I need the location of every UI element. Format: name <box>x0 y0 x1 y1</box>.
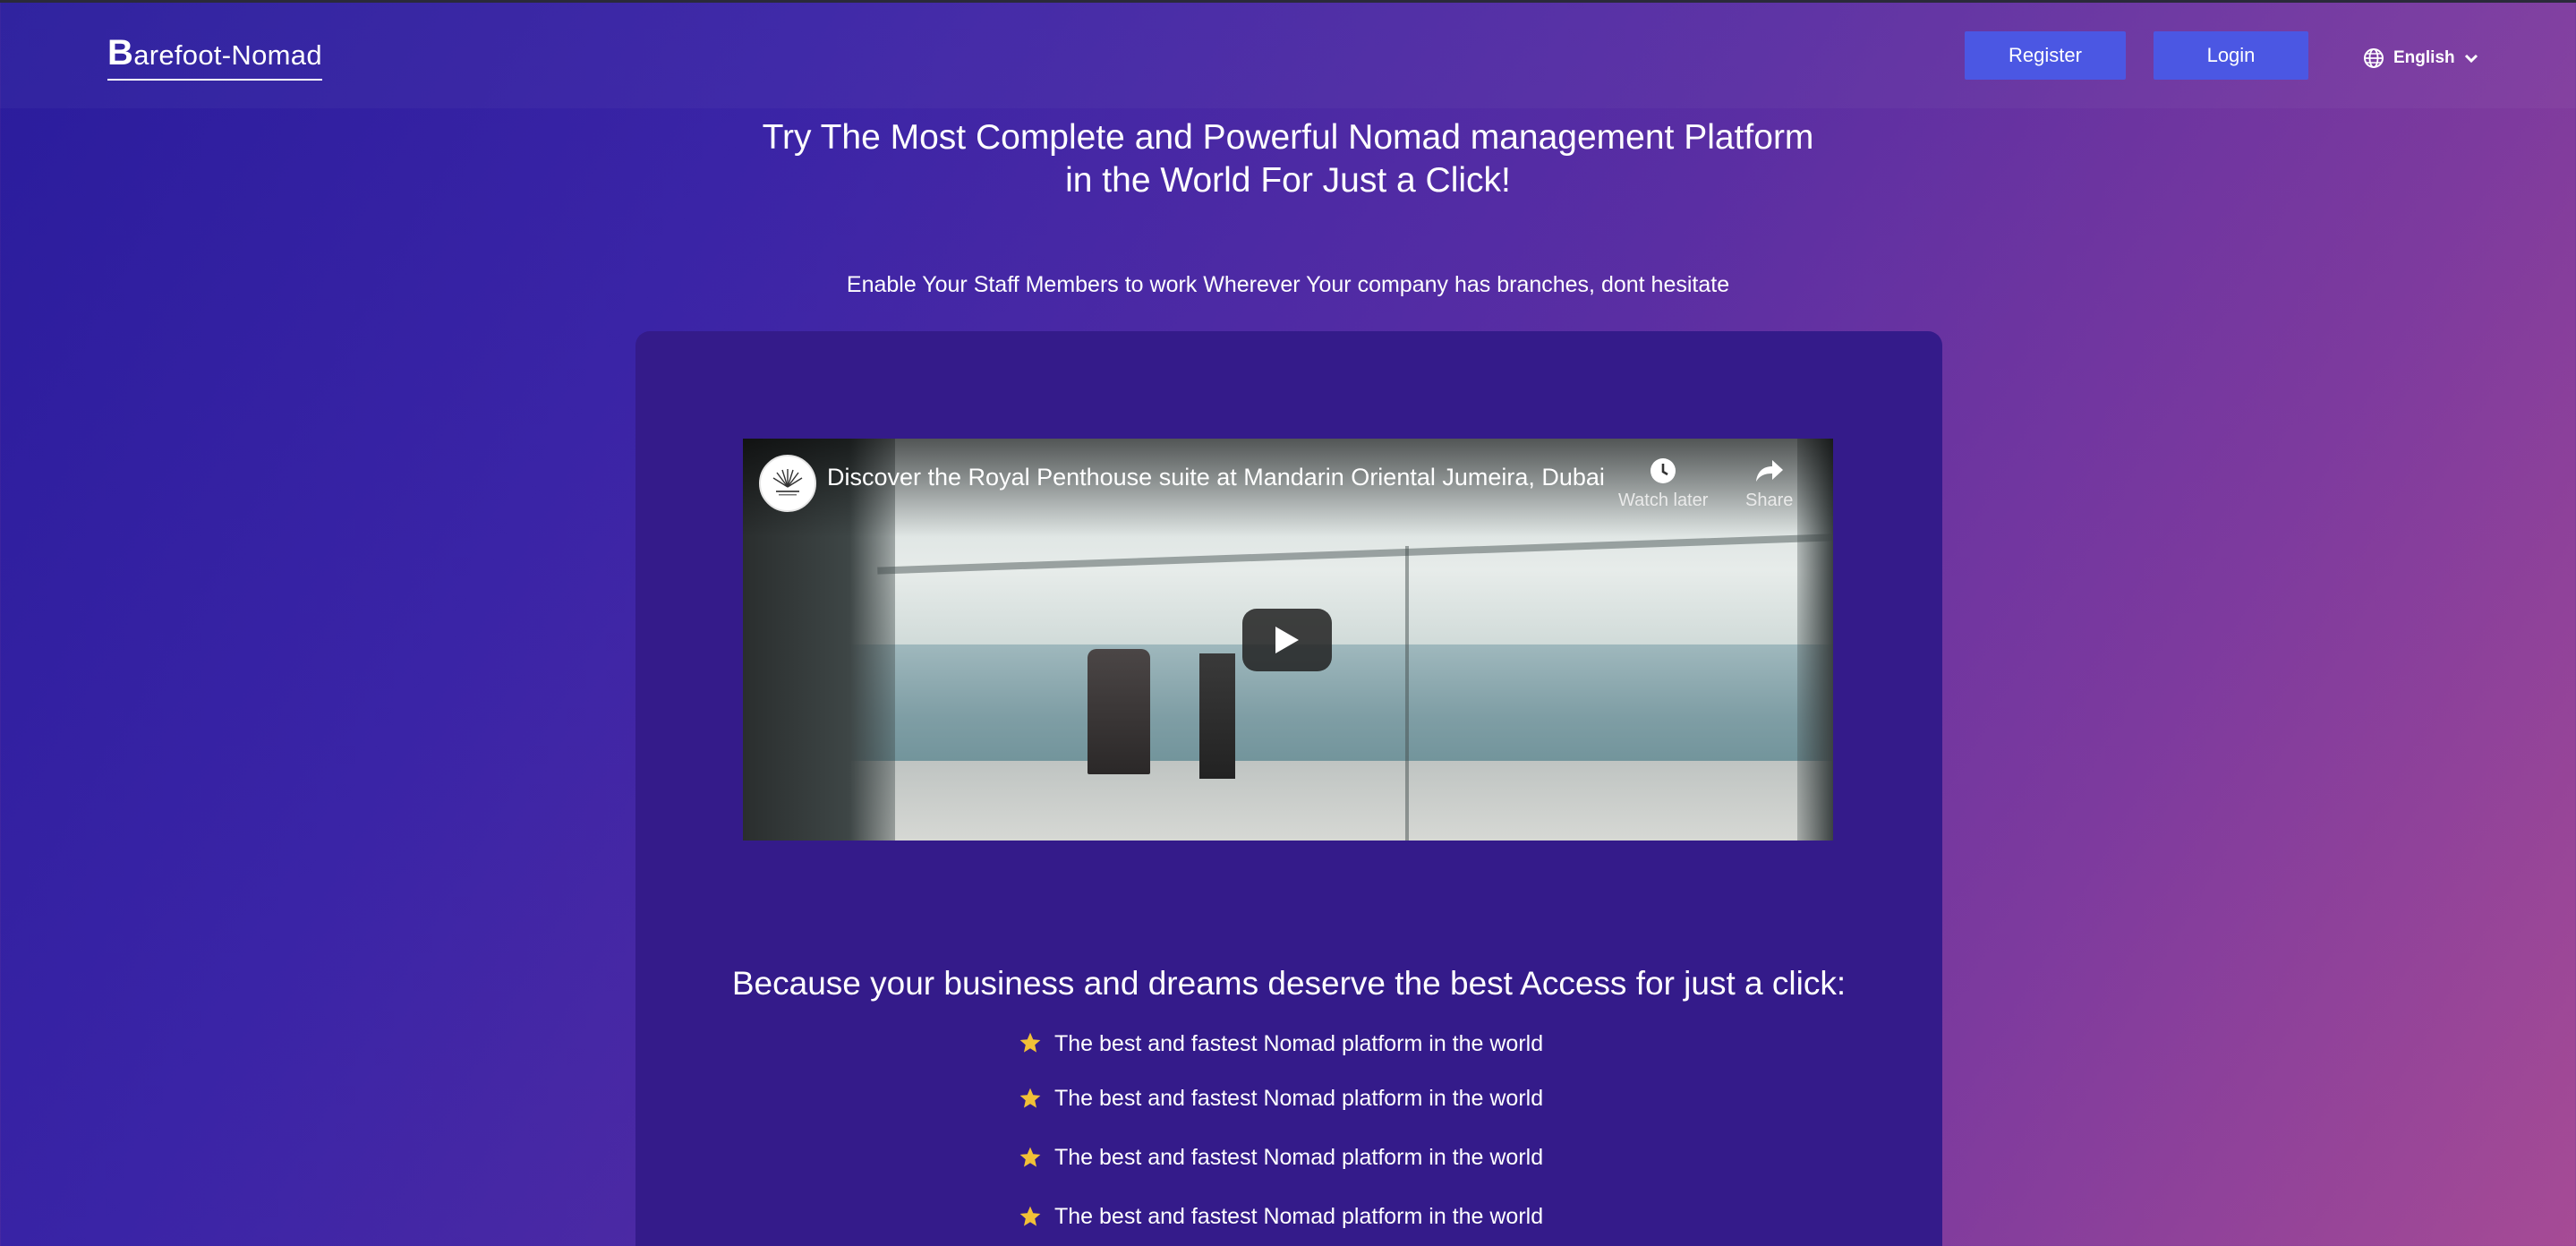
list-item: The best and fastest Nomad platform in t… <box>1019 1187 1543 1246</box>
features-list: The best and fastest Nomad platform in t… <box>1019 1031 1543 1246</box>
hero-subtitle: Enable Your Staff Members to work Wherev… <box>846 272 1730 297</box>
star-icon <box>1019 1088 1041 1108</box>
channel-avatar[interactable] <box>759 455 816 512</box>
list-item: The best and fastest Nomad platform in t… <box>1019 1069 1543 1128</box>
list-item: The best and fastest Nomad platform in t… <box>1019 1031 1543 1069</box>
feature-text: The best and fastest Nomad platform in t… <box>1054 1144 1544 1170</box>
register-button[interactable]: Register <box>1965 31 2126 80</box>
star-icon <box>1019 1147 1041 1167</box>
watch-later-label: Watch later <box>1618 491 1709 510</box>
hero-title-line-1: Try The Most Complete and Powerful Nomad… <box>762 118 1814 157</box>
play-button[interactable] <box>1242 609 1332 671</box>
feature-text: The best and fastest Nomad platform in t… <box>1054 1203 1544 1229</box>
language-label: English <box>2393 48 2455 67</box>
brand-logo[interactable]: Barefoot-Nomad <box>107 33 322 81</box>
hero-title-line-2: in the World For Just a Click! <box>1065 161 1511 200</box>
chevron-down-icon <box>2464 54 2478 64</box>
logo-text: arefoot-Nomad <box>133 39 322 71</box>
feature-text: The best and fastest Nomad platform in t… <box>1054 1031 1544 1056</box>
logo-initial: B <box>107 33 134 73</box>
list-item: The best and fastest Nomad platform in t… <box>1019 1128 1543 1187</box>
video-thumbnail-floor <box>743 761 1833 841</box>
share-button[interactable]: Share <box>1745 457 1793 511</box>
share-arrow-icon <box>1755 460 1783 482</box>
play-icon <box>1275 627 1299 653</box>
video-thumbnail-chair <box>1088 649 1150 774</box>
globe-icon <box>2364 48 2384 68</box>
clock-icon <box>1651 458 1676 483</box>
video-thumbnail-glass <box>1405 546 1409 841</box>
video-player[interactable]: Discover the Royal Penthouse suite at Ma… <box>743 439 1833 841</box>
language-selector[interactable]: English <box>2363 42 2478 74</box>
star-icon <box>1019 1206 1041 1226</box>
login-button[interactable]: Login <box>2154 31 2308 80</box>
video-title[interactable]: Discover the Royal Penthouse suite at Ma… <box>827 464 1605 491</box>
feature-text: The best and fastest Nomad platform in t… <box>1054 1085 1544 1111</box>
watch-later-button[interactable]: Watch later <box>1618 457 1708 511</box>
fan-logo-icon <box>772 469 803 496</box>
features-heading: Because your business and dreams deserve… <box>731 965 1847 1002</box>
star-icon <box>1019 1032 1041 1053</box>
video-thumbnail-table <box>1199 653 1235 779</box>
hero-title: Try The Most Complete and Powerful Nomad… <box>0 116 2576 202</box>
site-header: Barefoot-Nomad Register Login English <box>0 3 2576 108</box>
share-label: Share <box>1745 491 1794 510</box>
